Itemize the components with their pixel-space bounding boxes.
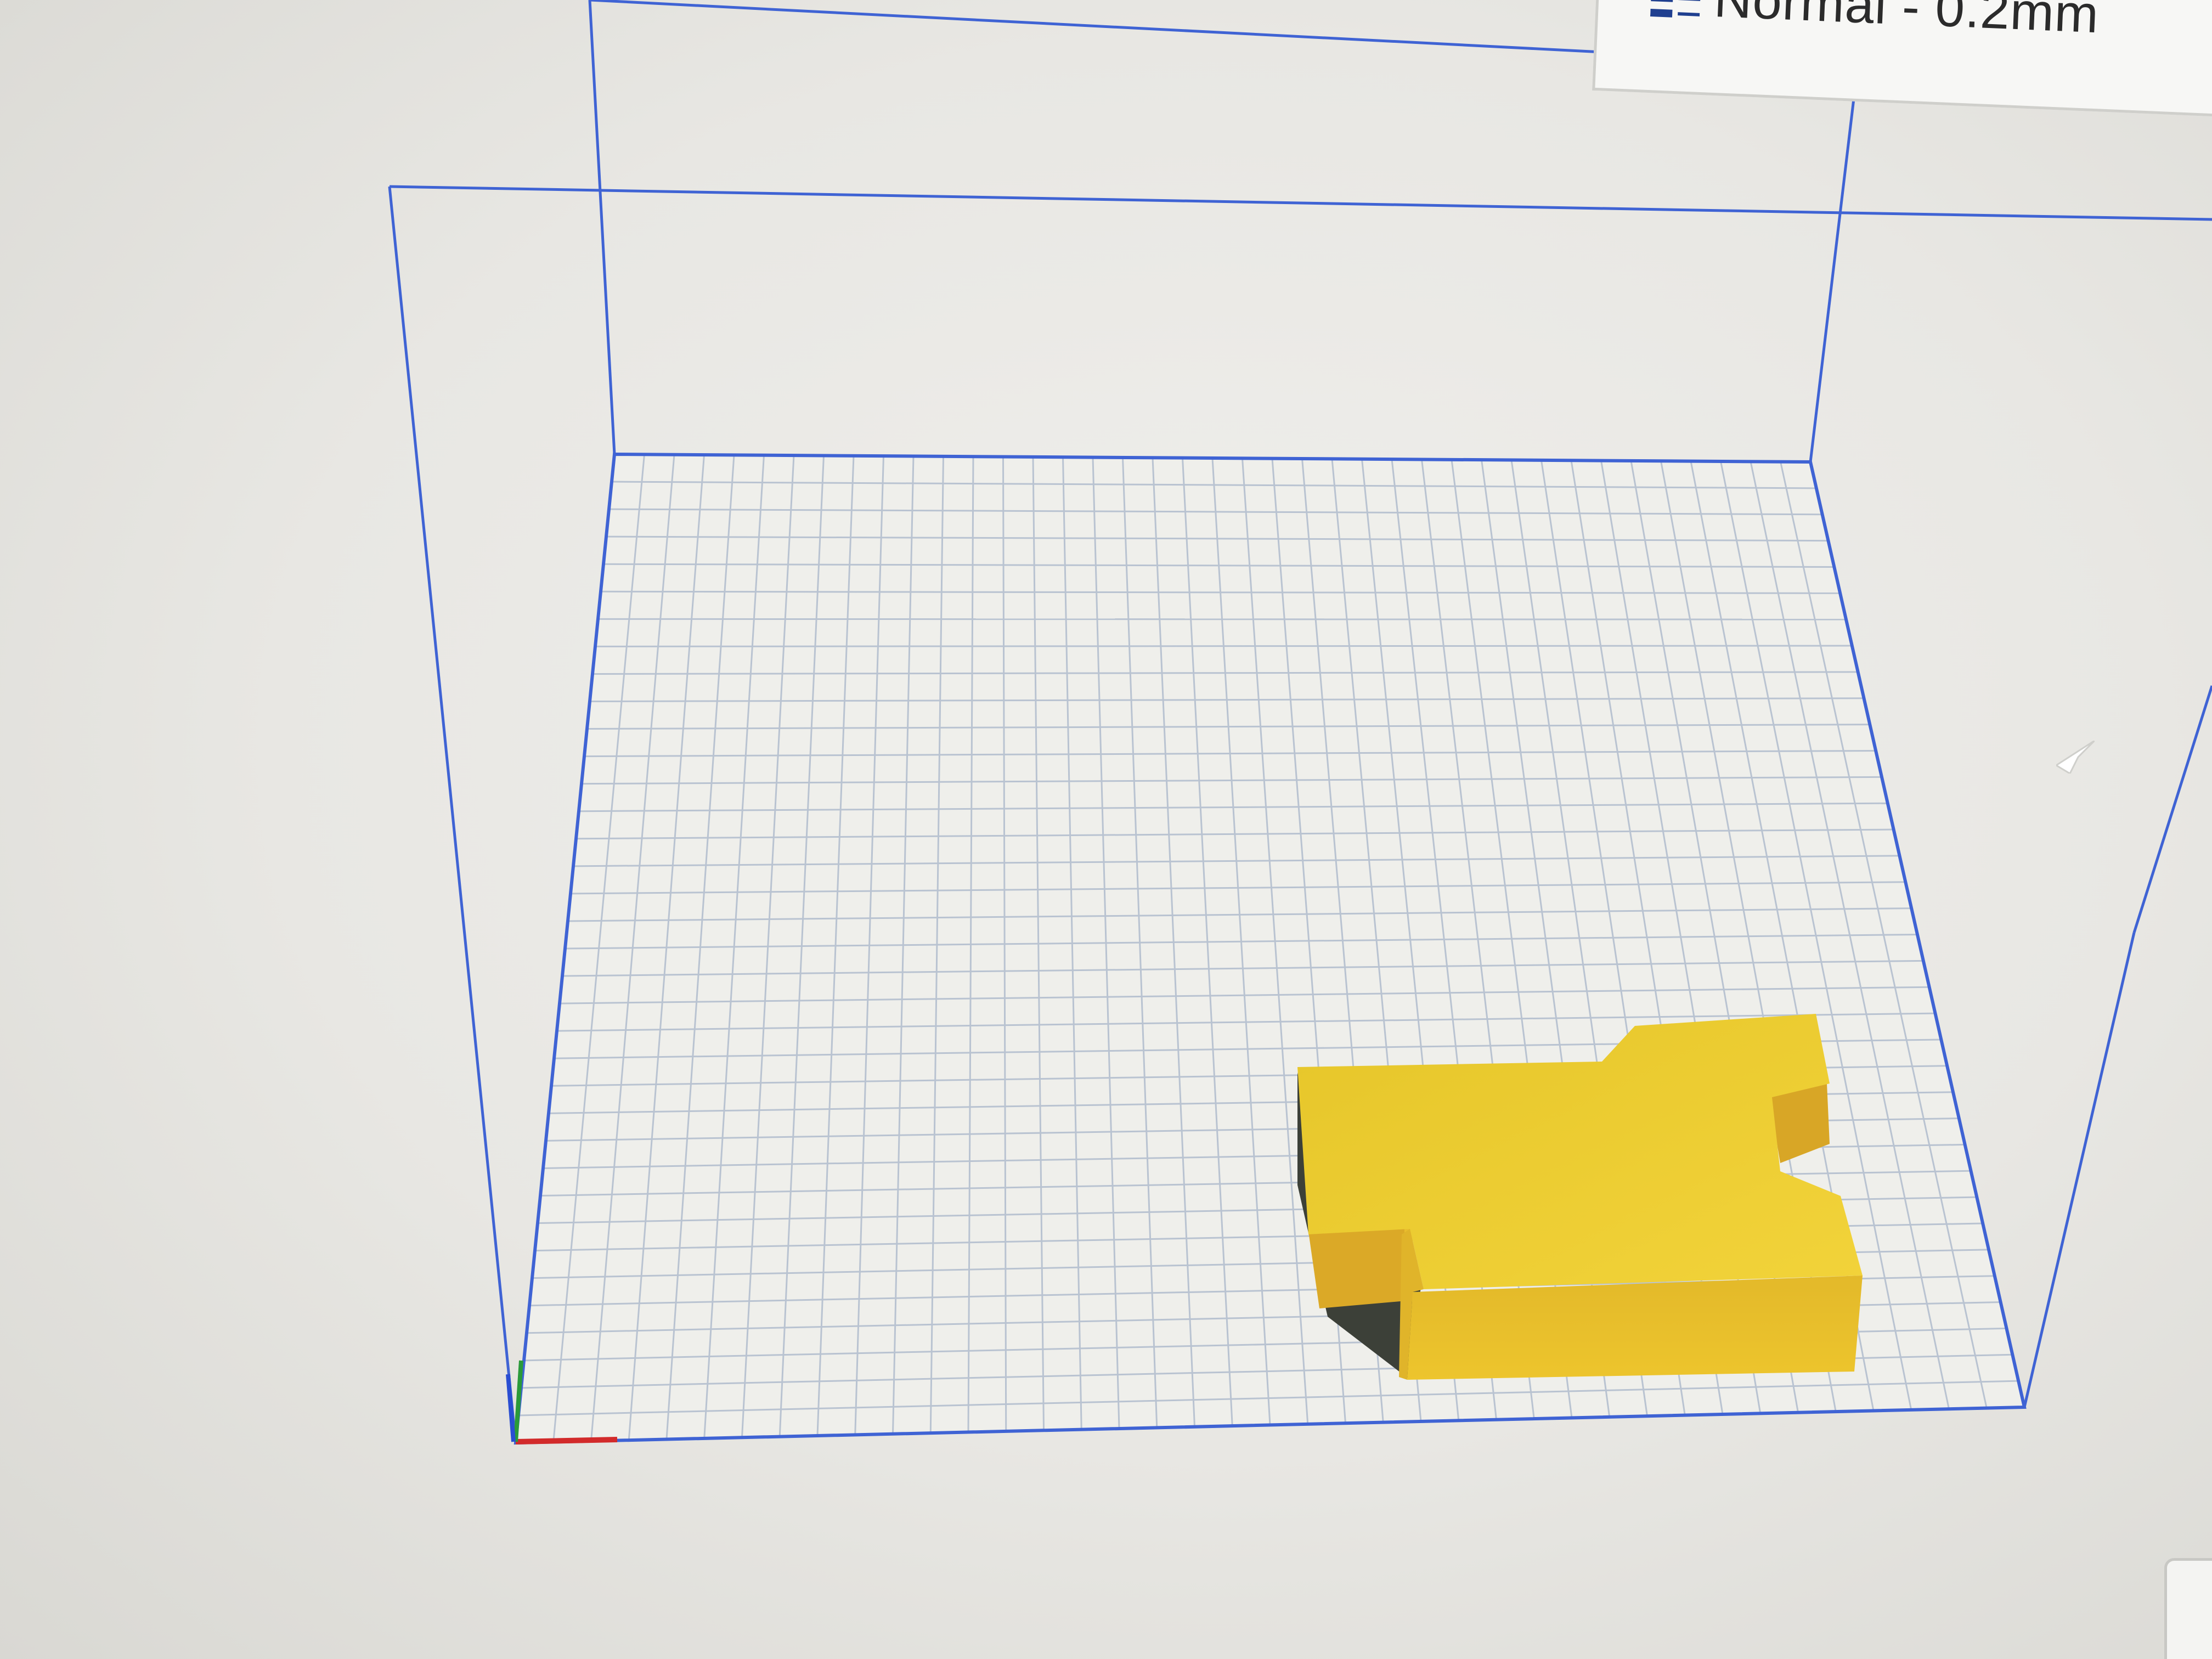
print-settings-icon <box>1650 0 1701 18</box>
z-axis <box>506 1374 516 1442</box>
x-axis <box>515 1437 618 1444</box>
cura-screen: Normal - 0.2mm <box>0 0 2212 1659</box>
model-object[interactable] <box>1297 1014 1863 1380</box>
3d-viewport[interactable] <box>0 0 2212 1659</box>
mouse-cursor-icon <box>2056 741 2095 774</box>
view-control-icon[interactable] <box>2164 1558 2212 1659</box>
print-profile-label[interactable]: Normal - 0.2mm <box>1713 0 2100 45</box>
